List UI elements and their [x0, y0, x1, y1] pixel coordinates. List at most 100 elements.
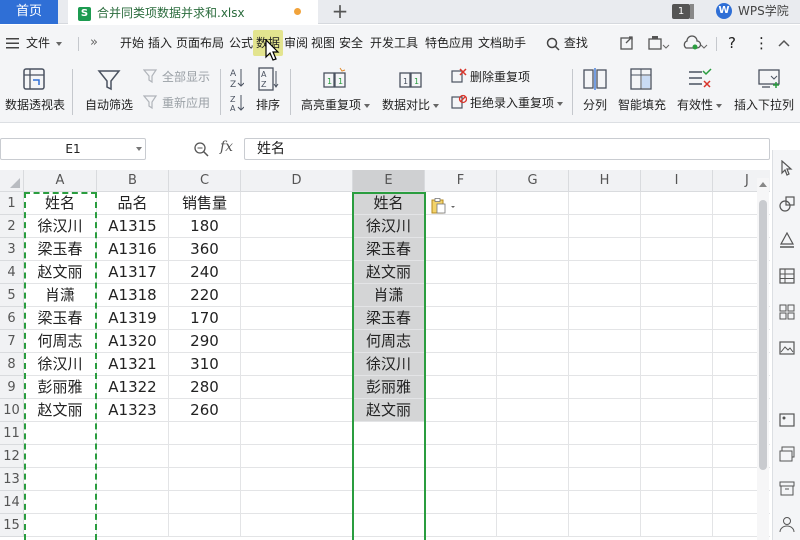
cell-b3[interactable]: A1316	[97, 238, 169, 261]
row-header-7[interactable]: 7	[0, 330, 24, 353]
cell-h2[interactable]	[569, 215, 641, 238]
data-compare-button[interactable]: 数据对比	[382, 96, 440, 113]
cell-i9[interactable]	[641, 376, 713, 399]
column-header-i[interactable]: I	[641, 170, 713, 192]
cell-h14[interactable]	[569, 491, 641, 514]
cell-i7[interactable]	[641, 330, 713, 353]
insert-dropdown-icon[interactable]	[758, 67, 782, 95]
cell-g13[interactable]	[497, 468, 569, 491]
cell-i13[interactable]	[641, 468, 713, 491]
cell-d5[interactable]	[241, 284, 353, 307]
cell-b13[interactable]	[97, 468, 169, 491]
cell-d6[interactable]	[241, 307, 353, 330]
select-all-corner[interactable]	[0, 170, 24, 192]
cell-d10[interactable]	[241, 399, 353, 422]
menu-security[interactable]: 安全	[339, 25, 363, 61]
apps-icon[interactable]	[779, 304, 795, 320]
cell-c11[interactable]	[169, 422, 241, 445]
cell-i8[interactable]	[641, 353, 713, 376]
cell-b10[interactable]: A1323	[97, 399, 169, 422]
sort-descending-icon[interactable]: ZA	[230, 94, 245, 116]
column-header-f[interactable]: F	[425, 170, 497, 192]
cell-c15[interactable]	[169, 514, 241, 537]
menu-file[interactable]: 文件	[26, 25, 63, 61]
cell-g14[interactable]	[497, 491, 569, 514]
row-header-8[interactable]: 8	[0, 353, 24, 376]
image-icon[interactable]	[779, 340, 795, 356]
cell-c7[interactable]: 290	[169, 330, 241, 353]
menu-review[interactable]: 审阅	[284, 25, 308, 61]
paste-options-icon[interactable]	[431, 198, 457, 218]
cell-c12[interactable]	[169, 445, 241, 468]
cell-g6[interactable]	[497, 307, 569, 330]
export-icon[interactable]	[648, 25, 670, 61]
archive-icon[interactable]	[779, 480, 795, 496]
cell-c8[interactable]: 310	[169, 353, 241, 376]
cell-g8[interactable]	[497, 353, 569, 376]
cell-b7[interactable]: A1320	[97, 330, 169, 353]
row-header-14[interactable]: 14	[0, 491, 24, 514]
row-header-10[interactable]: 10	[0, 399, 24, 422]
hamburger-icon[interactable]	[6, 25, 20, 61]
cell-f14[interactable]	[425, 491, 497, 514]
user-icon[interactable]	[779, 516, 795, 533]
cell-c1[interactable]: 销售量	[169, 192, 241, 215]
chevron-down-icon[interactable]	[136, 147, 142, 151]
cell-f4[interactable]	[425, 261, 497, 284]
cell-b15[interactable]	[97, 514, 169, 537]
menu-formula[interactable]: 公式	[229, 25, 253, 61]
table-icon[interactable]	[779, 268, 795, 284]
sort-icon[interactable]: AZ	[258, 67, 280, 95]
style-icon[interactable]	[779, 231, 795, 248]
cell-f11[interactable]	[425, 422, 497, 445]
cell-i12[interactable]	[641, 445, 713, 468]
row-header-3[interactable]: 3	[0, 238, 24, 261]
cell-d12[interactable]	[241, 445, 353, 468]
wps-academy-link[interactable]: WPS学院	[738, 0, 789, 22]
data-compare-icon[interactable]: 11	[398, 67, 424, 95]
cell-c3[interactable]: 360	[169, 238, 241, 261]
cell-i2[interactable]	[641, 215, 713, 238]
cell-f2[interactable]	[425, 215, 497, 238]
cell-f13[interactable]	[425, 468, 497, 491]
column-header-d[interactable]: D	[241, 170, 353, 192]
reject-duplicates-button[interactable]: 拒绝录入重复项	[470, 94, 564, 111]
cell-g4[interactable]	[497, 261, 569, 284]
row-header-2[interactable]: 2	[0, 215, 24, 238]
cell-g1[interactable]	[497, 192, 569, 215]
cell-f9[interactable]	[425, 376, 497, 399]
column-header-b[interactable]: B	[97, 170, 169, 192]
zoom-icon[interactable]	[193, 141, 209, 161]
cell-c9[interactable]: 280	[169, 376, 241, 399]
name-box[interactable]: E1	[0, 138, 146, 160]
cell-h1[interactable]	[569, 192, 641, 215]
cloud-sync-icon[interactable]	[682, 25, 708, 61]
cell-c10[interactable]: 260	[169, 399, 241, 422]
cell-g11[interactable]	[497, 422, 569, 445]
tab-home[interactable]: 首页	[0, 0, 58, 24]
cell-b4[interactable]: A1317	[97, 261, 169, 284]
cell-d2[interactable]	[241, 215, 353, 238]
cell-c5[interactable]: 220	[169, 284, 241, 307]
highlight-duplicates-icon[interactable]: 11	[322, 67, 348, 95]
cell-h4[interactable]	[569, 261, 641, 284]
menu-page-layout[interactable]: 页面布局	[176, 25, 224, 61]
cell-i3[interactable]	[641, 238, 713, 261]
cell-h8[interactable]	[569, 353, 641, 376]
double-chevron-icon[interactable]: »	[90, 25, 98, 61]
cell-h13[interactable]	[569, 468, 641, 491]
help-button[interactable]: ?	[728, 25, 736, 61]
row-header-13[interactable]: 13	[0, 468, 24, 491]
cell-h6[interactable]	[569, 307, 641, 330]
scrollbar-thumb[interactable]	[759, 200, 767, 470]
row-header-9[interactable]: 9	[0, 376, 24, 399]
shapes-icon[interactable]	[779, 196, 795, 212]
cell-d11[interactable]	[241, 422, 353, 445]
cell-f5[interactable]	[425, 284, 497, 307]
cell-b1[interactable]: 品名	[97, 192, 169, 215]
cell-i4[interactable]	[641, 261, 713, 284]
row-header-4[interactable]: 4	[0, 261, 24, 284]
cell-i10[interactable]	[641, 399, 713, 422]
menu-insert[interactable]: 插入	[148, 25, 172, 61]
cell-b9[interactable]: A1322	[97, 376, 169, 399]
